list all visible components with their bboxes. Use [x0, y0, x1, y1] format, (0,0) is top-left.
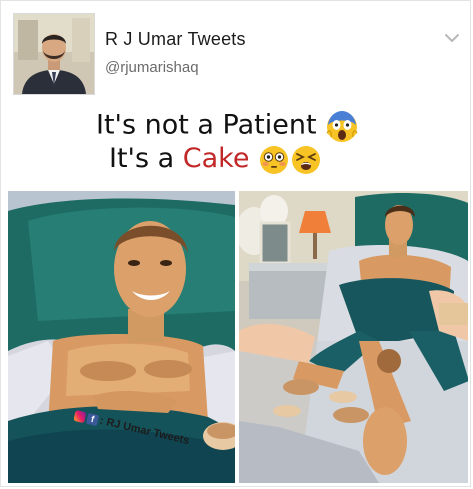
flushed-face-emoji [260, 145, 289, 174]
tweet-text-line-2: It's a Cake [109, 143, 322, 176]
tweet-line-1-text: It's not a Patient [96, 109, 317, 141]
tweet-line-2-prefix: It's a [109, 143, 183, 174]
cake-patient-fullbody-image [239, 191, 468, 483]
facebook-icon: f [86, 412, 100, 426]
cake-patient-closeup-image [8, 191, 235, 483]
photo-right[interactable] [239, 191, 468, 483]
display-name[interactable]: R J Umar Tweets [105, 29, 246, 50]
avatar[interactable] [13, 13, 95, 95]
confounded-face-emoji [292, 145, 321, 174]
tweet-media[interactable]: f : RJ Umar Tweets [8, 191, 468, 483]
tweet-highlight-word: Cake [182, 143, 250, 174]
profile-photo [14, 14, 94, 94]
tweet-card: R J Umar Tweets @rjumarishaq It's not a … [0, 0, 471, 487]
user-handle[interactable]: @rjumarishaq [105, 59, 199, 76]
photo-left[interactable] [8, 191, 235, 483]
chevron-down-icon[interactable] [443, 31, 461, 45]
screaming-face-emoji [326, 111, 358, 142]
tweet-text-line-1: It's not a Patient [96, 109, 359, 143]
instagram-icon [73, 409, 87, 423]
